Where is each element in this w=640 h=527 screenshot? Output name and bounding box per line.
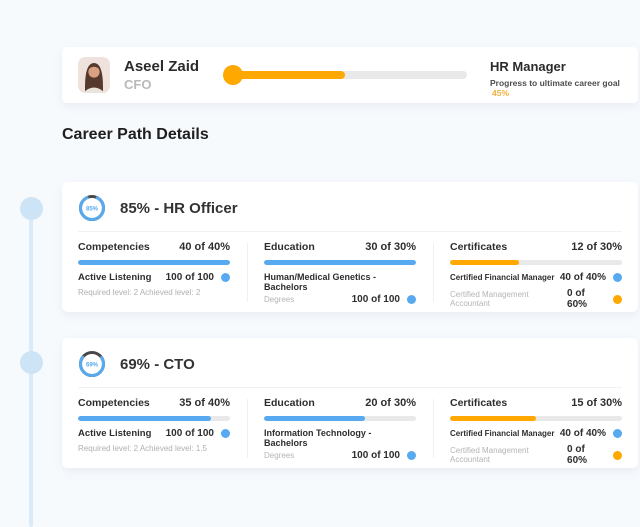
card-header: 85% 85% - HR Officer: [62, 182, 638, 231]
competency-value: 100 of 100: [166, 272, 214, 283]
certificate-row: Certified Financial Manager 40 of 40%: [450, 428, 622, 439]
divider: [247, 243, 248, 302]
column-score: 40 of 40%: [179, 241, 230, 253]
goal-caption-text: Progress to ultimate career goal: [490, 78, 620, 88]
education-sub: Degrees: [264, 451, 294, 460]
competency-name: Active Listening: [78, 428, 151, 439]
education-row: Degrees 100 of 100: [264, 450, 416, 461]
career-title: 85% - HR Officer: [120, 200, 238, 217]
competencies-column: Competencies 40 of 40% Active Listening …: [78, 241, 230, 310]
education-row: Degrees 100 of 100: [264, 294, 416, 305]
certificate-name: Certified Financial Manager: [450, 273, 554, 282]
education-value: 100 of 100: [352, 450, 400, 461]
career-progress-bar: [223, 65, 467, 85]
competency-row: Active Listening 100 of 100: [78, 428, 230, 439]
column-label: Certificates: [450, 397, 507, 409]
employee-role: CFO: [124, 77, 151, 92]
competencies-column: Competencies 35 of 40% Active Listening …: [78, 397, 230, 466]
competency-name: Active Listening: [78, 272, 151, 283]
divider: [247, 399, 248, 458]
certificate-name: Certified Financial Manager: [450, 429, 554, 438]
career-card-cto[interactable]: 69% 69% - CTO Competencies 35 of 40% Act…: [62, 338, 638, 468]
column-label: Competencies: [78, 397, 150, 409]
ring-percent-label: 85%: [86, 207, 99, 213]
status-dot: [613, 451, 622, 460]
target-role: HR Manager: [490, 59, 635, 74]
education-name: Human/Medical Genetics - Bachelors: [264, 272, 416, 292]
timeline-dot: [20, 351, 43, 374]
education-value: 100 of 100: [352, 294, 400, 305]
status-dot: [613, 429, 622, 438]
certificates-column: Certificates 15 of 30% Certified Financi…: [450, 397, 622, 466]
career-path-page: Aseel Zaid CFO HR Manager Progress to ul…: [0, 0, 640, 527]
employee-name: Aseel Zaid: [124, 58, 199, 75]
divider: [433, 243, 434, 302]
career-title: 69% - CTO: [120, 356, 195, 373]
status-dot: [407, 295, 416, 304]
status-dot: [221, 273, 230, 282]
certificate-value: 0 of 60%: [567, 288, 606, 310]
certificates-column: Certificates 12 of 30% Certified Financi…: [450, 241, 622, 310]
progress-fill: [233, 71, 345, 79]
competencies-progress: [78, 260, 230, 265]
column-score: 20 of 30%: [365, 397, 416, 409]
progress-ring-icon: 85%: [78, 194, 106, 222]
competency-row: Active Listening 100 of 100: [78, 272, 230, 283]
ring-percent-label: 69%: [86, 363, 99, 369]
column-score: 35 of 40%: [179, 397, 230, 409]
competency-note: Required level: 2 Achieved level: 1.5: [78, 444, 230, 453]
goal-caption: Progress to ultimate career goal 45%: [490, 78, 635, 98]
certificate-value: 40 of 40%: [560, 272, 606, 283]
education-column: Education 20 of 30% Information Technolo…: [264, 397, 416, 466]
goal-percent-value: 45%: [492, 88, 509, 98]
column-score: 30 of 30%: [365, 241, 416, 253]
avatar: [78, 57, 110, 93]
competency-note: Required level: 2 Achieved level: 2: [78, 288, 230, 297]
education-column: Education 30 of 30% Human/Medical Geneti…: [264, 241, 416, 310]
certificate-name: Certified Management Accountant: [450, 446, 567, 464]
progress-track: [233, 71, 467, 79]
certificate-row: Certified Management Accountant 0 of 60%: [450, 288, 622, 310]
education-sub: Degrees: [264, 295, 294, 304]
column-label: Competencies: [78, 241, 150, 253]
progress-ring-icon: 69%: [78, 350, 106, 378]
ultimate-goal: HR Manager Progress to ultimate career g…: [490, 59, 635, 98]
status-dot: [407, 451, 416, 460]
education-name: Information Technology - Bachelors: [264, 428, 416, 448]
education-progress: [264, 416, 416, 421]
divider: [433, 399, 434, 458]
certificate-row: Certified Financial Manager 40 of 40%: [450, 272, 622, 283]
status-dot: [613, 273, 622, 282]
column-label: Education: [264, 397, 315, 409]
column-score: 15 of 30%: [571, 397, 622, 409]
certificate-row: Certified Management Accountant 0 of 60%: [450, 444, 622, 466]
education-progress: [264, 260, 416, 265]
column-score: 12 of 30%: [571, 241, 622, 253]
timeline-dot: [20, 197, 43, 220]
career-card-hr-officer[interactable]: 85% 85% - HR Officer Competencies 40 of …: [62, 182, 638, 312]
profile-card: Aseel Zaid CFO HR Manager Progress to ul…: [62, 47, 638, 103]
certificates-progress: [450, 260, 622, 265]
certificate-name: Certified Management Accountant: [450, 290, 567, 308]
column-label: Certificates: [450, 241, 507, 253]
status-dot: [221, 429, 230, 438]
certificates-progress: [450, 416, 622, 421]
card-header: 69% 69% - CTO: [62, 338, 638, 387]
competency-value: 100 of 100: [166, 428, 214, 439]
certificate-value: 0 of 60%: [567, 444, 606, 466]
certificate-value: 40 of 40%: [560, 428, 606, 439]
avatar-photo-icon: [78, 57, 110, 93]
status-dot: [613, 295, 622, 304]
progress-knob[interactable]: [223, 65, 243, 85]
page-title: Career Path Details: [62, 126, 209, 144]
column-label: Education: [264, 241, 315, 253]
competencies-progress: [78, 416, 230, 421]
